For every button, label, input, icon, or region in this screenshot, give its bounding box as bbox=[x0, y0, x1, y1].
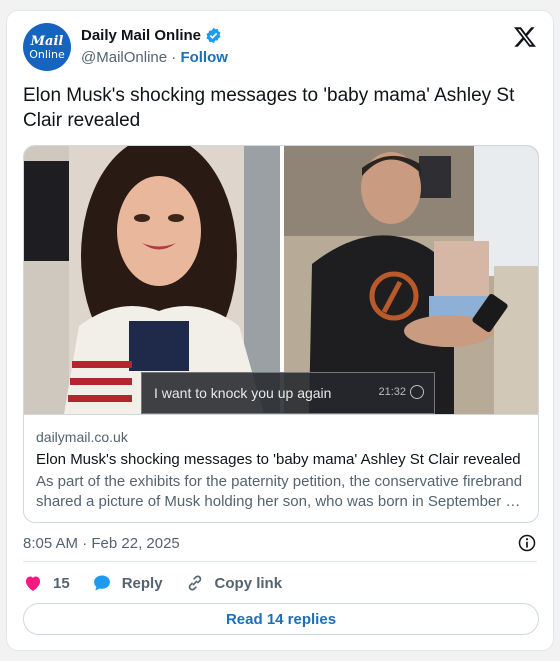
link-description: As part of the exhibits for the paternit… bbox=[36, 473, 523, 510]
link-domain: dailymail.co.uk bbox=[36, 429, 128, 445]
author-handle[interactable]: @MailOnline bbox=[81, 49, 167, 66]
link-preview-image: I want to knock you up again 21:32 bbox=[24, 146, 538, 414]
link-icon bbox=[188, 575, 201, 591]
tweet-text: Elon Musk's shocking messages to 'baby m… bbox=[23, 85, 515, 131]
avatar-line1: Mail bbox=[30, 33, 64, 49]
link-preview-card[interactable]: I want to knock you up again 21:32 daily… bbox=[23, 145, 539, 523]
heart-icon bbox=[25, 576, 41, 591]
tweet-header: Mail Online Daily Mail Online @MailOnlin… bbox=[23, 23, 537, 73]
reply-button[interactable]: Reply bbox=[92, 573, 163, 593]
timestamp-row: 8:05 AM · Feb 22, 2025 bbox=[23, 533, 537, 553]
handle-row: @MailOnline · Follow bbox=[81, 49, 228, 66]
copy-link-button[interactable]: Copy link bbox=[185, 573, 283, 593]
action-bar: 15 Reply Copy link bbox=[23, 570, 304, 596]
author-name-row: Daily Mail Online bbox=[81, 27, 222, 44]
like-count: 15 bbox=[53, 574, 70, 592]
handle-separator: · bbox=[171, 49, 177, 66]
reply-icon bbox=[93, 575, 110, 591]
overlay-message: I want to knock you up again bbox=[154, 385, 332, 401]
author-name[interactable]: Daily Mail Online bbox=[81, 27, 201, 44]
follow-button[interactable]: Follow bbox=[180, 49, 228, 66]
divider bbox=[23, 561, 537, 562]
copy-link-label: Copy link bbox=[214, 574, 283, 592]
reply-label: Reply bbox=[121, 574, 163, 592]
link-headline: Elon Musk's shocking messages to 'baby m… bbox=[36, 451, 521, 468]
link-info: dailymail.co.uk Elon Musk's shocking mes… bbox=[24, 414, 538, 522]
like-button[interactable]: 15 bbox=[23, 573, 70, 593]
read-replies-button[interactable]: Read 14 replies bbox=[23, 603, 539, 635]
avatar[interactable]: Mail Online bbox=[23, 23, 71, 71]
overlay-time: 21:32 bbox=[378, 386, 406, 398]
x-logo-icon[interactable] bbox=[513, 25, 537, 49]
tweet-timestamp[interactable]: 8:05 AM · Feb 22, 2025 bbox=[23, 535, 180, 552]
verified-badge-icon bbox=[206, 27, 221, 44]
message-overlay: I want to knock you up again 21:32 bbox=[141, 372, 435, 414]
read-check-icon bbox=[410, 385, 424, 399]
avatar-line2: Online bbox=[29, 47, 65, 61]
info-icon[interactable] bbox=[517, 533, 537, 553]
tweet-embed-card: Mail Online Daily Mail Online @MailOnlin… bbox=[6, 10, 554, 651]
